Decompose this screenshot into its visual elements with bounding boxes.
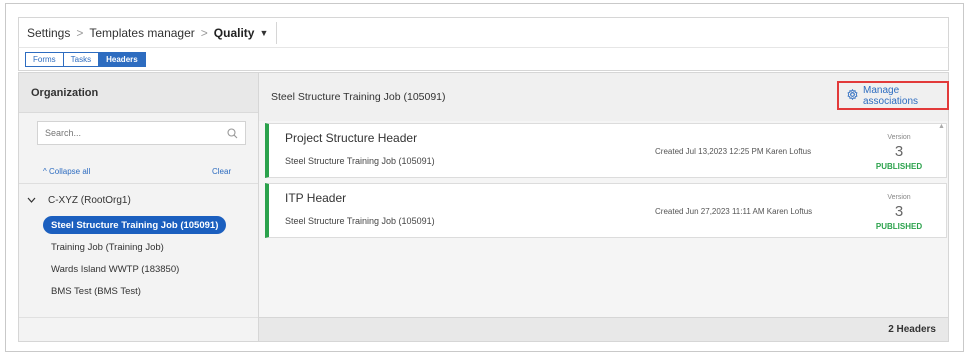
tree-node-training-job[interactable]: Training Job (Training Job) <box>43 238 172 256</box>
card-version-label: Version <box>887 134 911 141</box>
card-title: Project Structure Header <box>285 131 418 145</box>
card-version-number: 3 <box>894 203 904 220</box>
card-version-number: 3 <box>894 143 904 160</box>
headers-panel: Steel Structure Training Job (105091) Ma… <box>259 73 949 341</box>
headers-count-footer: 2 Headers <box>259 317 948 341</box>
breadcrumb-templates-manager[interactable]: Templates manager <box>89 26 194 40</box>
search-icon[interactable] <box>227 127 238 139</box>
tree-node-steel-structure[interactable]: Steel Structure Training Job (105091) <box>43 216 227 234</box>
manage-associations-button[interactable]: Manage associations <box>837 81 949 110</box>
card-created-meta: Created Jul 13,2023 12:25 PM Karen Loftu… <box>655 147 812 156</box>
scroll-up-icon[interactable]: ▲ <box>938 123 945 130</box>
sidebar-title: Organization <box>19 73 258 113</box>
divider <box>19 183 258 184</box>
tree-root-label: C-XYZ (RootOrg1) <box>48 195 131 206</box>
sidebar-footer <box>19 317 258 341</box>
headers-count: 2 Headers <box>888 324 936 335</box>
tab-forms[interactable]: Forms <box>25 51 64 67</box>
main-panel: Organization ^ Collapse all Clear C-XYZ … <box>18 72 949 342</box>
organization-sidebar: Organization ^ Collapse all Clear C-XYZ … <box>19 73 259 341</box>
breadcrumb-separator-icon: > <box>200 25 208 40</box>
chevron-down-icon[interactable] <box>27 195 36 206</box>
breadcrumb-separator-icon: > <box>76 25 84 40</box>
caret-down-icon[interactable]: ▼ <box>259 28 268 38</box>
gear-icon <box>847 88 858 103</box>
breadcrumb-settings[interactable]: Settings <box>27 26 70 40</box>
card-version-label: Version <box>887 194 911 201</box>
collapse-all-link[interactable]: ^ Collapse all <box>43 167 90 176</box>
card-job: Steel Structure Training Job (105091) <box>285 156 435 166</box>
breadcrumb-box: Settings > Templates manager > Quality ▼ <box>27 21 278 44</box>
card-job: Steel Structure Training Job (105091) <box>285 216 435 226</box>
tab-headers[interactable]: Headers <box>98 51 146 67</box>
breadcrumb: Settings > Templates manager > Quality ▼ <box>18 17 949 47</box>
header-card[interactable]: Project Structure Header Steel Structure… <box>265 123 947 178</box>
search-box[interactable] <box>37 121 246 145</box>
card-created-meta: Created Jun 27,2023 11:11 AM Karen Loftu… <box>655 207 813 216</box>
card-status-badge: PUBLISHED <box>875 162 923 171</box>
manage-associations-label: Manage associations <box>863 84 919 107</box>
tree-root-node[interactable]: C-XYZ (RootOrg1) <box>27 195 131 206</box>
header-card[interactable]: ITP Header Steel Structure Training Job … <box>265 183 947 238</box>
card-title: ITP Header <box>285 191 347 205</box>
clear-link[interactable]: Clear <box>212 167 231 176</box>
tree-node-wards-island[interactable]: Wards Island WWTP (183850) <box>43 260 187 278</box>
tab-tasks[interactable]: Tasks <box>62 51 100 67</box>
breadcrumb-quality-dropdown[interactable]: Quality <box>214 26 255 40</box>
panel-title: Steel Structure Training Job (105091) <box>271 91 446 103</box>
tree-node-bms-test[interactable]: BMS Test (BMS Test) <box>43 282 149 300</box>
search-input[interactable] <box>45 128 205 138</box>
card-status-badge: PUBLISHED <box>875 222 923 231</box>
tab-bar: Forms Tasks Headers <box>18 47 949 71</box>
